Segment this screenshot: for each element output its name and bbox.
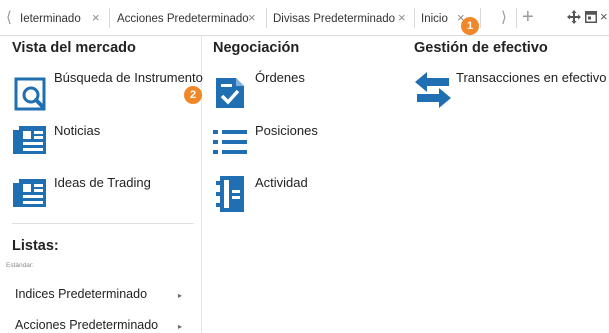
positions-link[interactable]: Posiciones [255,123,318,138]
step-badge-1: 1 [461,17,479,35]
trading-title: Negociación [213,40,300,56]
tab-scroll-right-icon[interactable]: ⟩ [501,10,507,25]
list-item-indices[interactable]: Indices Predeterminado [15,287,147,301]
tab-close-icon[interactable]: × [398,11,406,25]
tab-separator [109,8,110,28]
tab-acciones-predeterminado[interactable]: Acciones Predeterminado [117,12,249,26]
close-panel-icon[interactable]: × [600,9,608,24]
instrument-search-link[interactable]: Búsqueda de Instrumento [54,70,203,85]
tab-separator [266,8,267,28]
orders-link[interactable]: Órdenes [255,70,305,85]
add-tab-button[interactable]: + [522,7,534,27]
lists-title: Listas: [12,238,59,254]
newspaper-icon[interactable] [13,124,47,161]
newspaper-icon[interactable] [13,177,47,214]
tab-separator [414,8,415,28]
news-link[interactable]: Noticias [54,123,100,138]
activity-link[interactable]: Actividad [255,175,308,190]
list-item-acciones[interactable]: Acciones Predeterminado [15,318,158,332]
activity-book-icon[interactable] [216,176,244,217]
trading-ideas-link[interactable]: Ideas de Trading [54,175,151,190]
move-icon[interactable] [567,10,581,29]
tab-inicio[interactable]: Inicio [421,12,448,26]
transfer-arrows-icon[interactable] [415,72,451,113]
list-icon[interactable] [213,128,247,161]
expand-arrow-icon[interactable]: ▸ [178,322,182,331]
tab-separator [516,8,517,28]
tab-close-icon[interactable]: × [92,11,100,25]
orders-check-icon[interactable] [216,74,246,115]
tab-determinado[interactable]: Ieterminado [20,12,81,26]
expand-arrow-icon[interactable]: ▸ [178,291,182,300]
tab-scroll-left-icon[interactable]: ⟨ [6,10,12,25]
section-divider [12,223,194,224]
search-document-icon[interactable] [14,77,48,116]
cash-management-title: Gestión de efectivo [414,40,548,56]
lists-subtitle: Estándar: [6,262,34,269]
window-icon[interactable] [585,10,597,28]
tab-divisas-predeterminado[interactable]: Divisas Predeterminado [273,12,395,26]
tab-bar: ⟨ Ieterminado × Acciones Predeterminado … [0,0,609,36]
cash-transactions-link[interactable]: Transacciones en efectivo [456,70,607,85]
step-badge-2: 2 [184,86,202,104]
tab-separator [480,8,481,28]
tab-close-icon[interactable]: × [248,11,256,25]
market-view-title: Vista del mercado [12,40,136,56]
